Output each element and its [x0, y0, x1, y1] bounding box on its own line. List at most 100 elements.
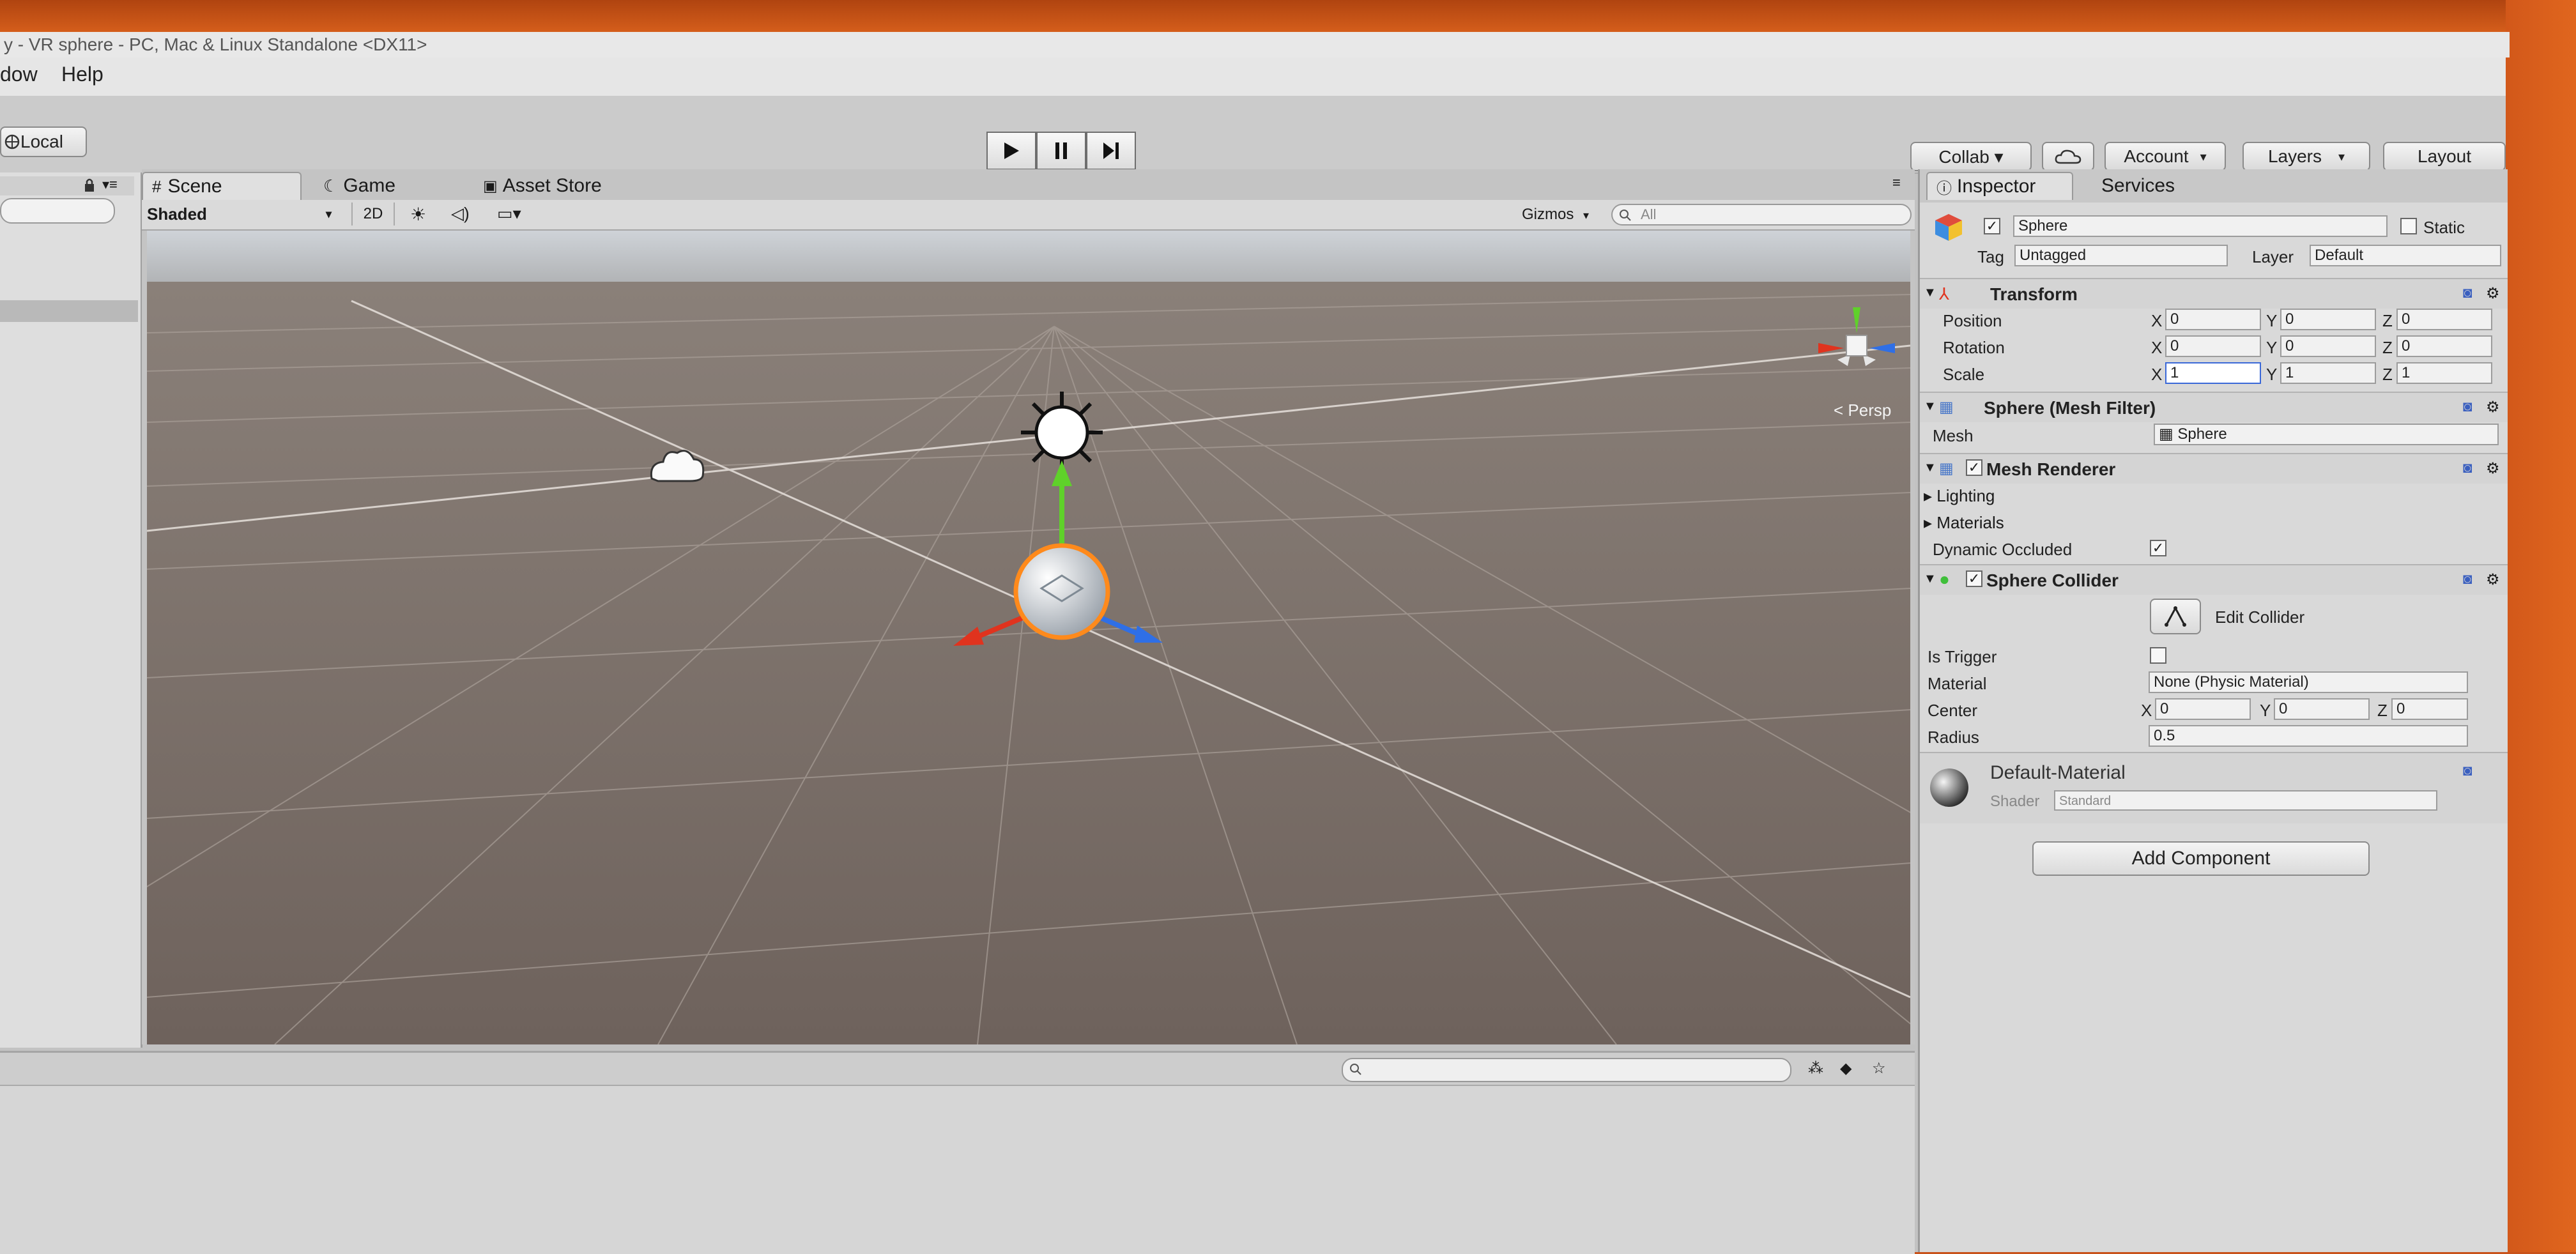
tab-game[interactable]: ☾ Game — [314, 172, 436, 200]
help-icon[interactable]: ◙ — [2463, 570, 2472, 588]
cloud-button[interactable] — [2042, 142, 2094, 171]
play-button[interactable] — [986, 132, 1036, 170]
center-y-input[interactable]: 0 — [2274, 698, 2370, 720]
step-button[interactable] — [1086, 132, 1136, 170]
gizmos-dropdown[interactable]: Gizmos ▾ — [1522, 204, 1618, 226]
filter-by-label-icon[interactable]: ◆ — [1840, 1059, 1851, 1078]
2d-toggle[interactable]: 2D — [351, 203, 395, 226]
help-icon[interactable]: ◙ — [2463, 459, 2472, 477]
dynamic-occluded-checkbox[interactable]: ✓ — [2150, 540, 2166, 556]
tab-scene-label: Scene — [167, 176, 222, 197]
edit-collider-button[interactable] — [2150, 599, 2201, 634]
gameobject-active-checkbox[interactable]: ✓ — [1984, 218, 2000, 234]
collab-button[interactable]: Collab ▾ — [1910, 142, 2032, 171]
bottom-panel-toolbar: ⁂ ◆ ☆ — [0, 1053, 1915, 1086]
help-icon[interactable]: ◙ — [2463, 398, 2472, 416]
mesh-object-field[interactable]: ▦ Sphere — [2154, 424, 2499, 445]
mesh-renderer-header[interactable]: ▼ ▦ ✓ Mesh Renderer ◙ ⚙ — [1920, 453, 2508, 484]
add-component-label: Add Component — [2131, 848, 2271, 869]
hierarchy-search-input[interactable] — [0, 198, 115, 224]
scene-search-input[interactable]: All — [1611, 204, 1912, 226]
panel-menu-icon[interactable]: ≡ — [1892, 174, 1901, 191]
center-x-label: X — [2141, 701, 2152, 720]
scale-z-input[interactable]: 1 — [2396, 362, 2492, 384]
mesh-label: Mesh — [1933, 426, 1974, 445]
lighting-toggle-icon[interactable]: ☀ — [410, 204, 426, 225]
tab-scene[interactable]: # Scene — [142, 172, 302, 200]
scale-y-input[interactable]: 1 — [2280, 362, 2376, 384]
layout-dropdown[interactable]: Layout — [2383, 142, 2506, 171]
sphere-mesh[interactable] — [1013, 543, 1110, 640]
materials-foldout[interactable]: ▸ Materials — [1924, 513, 2004, 533]
material-section: Default-Material Shader Standard ◙ — [1920, 752, 2508, 823]
scene-tab-bar: # Scene ☾ Game ▣ Asset Store ≡ — [142, 169, 1915, 200]
mesh-filter-header[interactable]: ▼ ▦ Sphere (Mesh Filter) ◙ ⚙ — [1920, 392, 2508, 422]
settings-gear-icon[interactable]: ⚙ — [2486, 459, 2500, 478]
main-toolbar: Local Collab ▾ Account ▾ Layers ▾ Layout — [0, 96, 2506, 174]
is-trigger-label: Is Trigger — [1928, 647, 1997, 666]
center-x-input[interactable]: 0 — [2155, 698, 2251, 720]
mesh-filter-title: Sphere (Mesh Filter) — [1984, 398, 2156, 418]
help-icon[interactable]: ◙ — [2463, 284, 2472, 302]
mesh-renderer-icon: ▦ — [1939, 460, 1954, 477]
position-y-input[interactable]: 0 — [2280, 309, 2376, 330]
hierarchy-selected-row[interactable] — [0, 300, 138, 322]
center-label: Center — [1928, 701, 1978, 720]
gameobject-name-input[interactable]: Sphere — [2013, 215, 2388, 237]
scale-y-label: Y — [2266, 365, 2278, 384]
foldout-arrow-icon[interactable]: ▼ — [1924, 399, 1936, 414]
pause-icon — [1055, 142, 1067, 159]
shader-label: Shader — [1990, 793, 2040, 810]
rotation-z-label: Z — [2382, 338, 2393, 357]
settings-gear-icon[interactable]: ⚙ — [2486, 570, 2500, 589]
scene-viewport[interactable]: < Persp — [147, 231, 1910, 1044]
layers-dropdown[interactable]: Layers ▾ — [2242, 142, 2370, 171]
foldout-arrow-icon[interactable]: ▼ — [1924, 572, 1936, 586]
account-dropdown[interactable]: Account ▾ — [2104, 142, 2226, 171]
transform-header[interactable]: ▼ ⅄ Transform ◙ ⚙ — [1920, 278, 2508, 309]
is-trigger-checkbox[interactable] — [2150, 647, 2166, 664]
static-checkbox[interactable] — [2400, 218, 2417, 234]
mesh-renderer-enabled-checkbox[interactable]: ✓ — [1966, 459, 1982, 476]
scale-x-input[interactable]: 1 — [2165, 362, 2261, 384]
settings-gear-icon[interactable]: ⚙ — [2486, 284, 2500, 303]
tab-inspector[interactable]: ⓘ Inspector — [1926, 172, 2073, 200]
foldout-arrow-icon[interactable]: ▼ — [1924, 286, 1936, 300]
position-x-input[interactable]: 0 — [2165, 309, 2261, 330]
favorite-star-icon[interactable]: ☆ — [1872, 1059, 1886, 1078]
audio-toggle-icon[interactable]: ◁) — [451, 204, 470, 224]
project-search-input[interactable] — [1342, 1058, 1791, 1082]
physic-material-field[interactable]: None (Physic Material) — [2149, 671, 2468, 693]
rotation-y-input[interactable]: 0 — [2280, 335, 2376, 357]
sphere-collider-header[interactable]: ▼ ● ✓ Sphere Collider ◙ ⚙ — [1920, 564, 2508, 595]
filter-by-type-icon[interactable]: ⁂ — [1808, 1059, 1823, 1078]
shader-dropdown[interactable]: Standard — [2054, 790, 2437, 811]
lighting-foldout[interactable]: ▸ Lighting — [1924, 486, 1995, 506]
shading-mode-dropdown[interactable]: Shaded ▾ — [147, 203, 339, 226]
position-z-input[interactable]: 0 — [2396, 309, 2492, 330]
foldout-arrow-icon[interactable]: ▼ — [1924, 461, 1936, 475]
tab-services[interactable]: Services — [2092, 172, 2220, 200]
scene-toolbar: Shaded ▾ 2D ☀ ◁) ▭▾ Gizmos ▾ All — [142, 200, 1915, 231]
pause-button[interactable] — [1036, 132, 1086, 170]
add-component-button[interactable]: Add Component — [2032, 841, 2370, 876]
lock-icon[interactable] — [83, 178, 96, 193]
rotation-x-label: X — [2151, 338, 2163, 357]
menu-window[interactable]: dow — [0, 63, 38, 86]
projection-label[interactable]: < Persp — [1834, 401, 1891, 420]
layer-dropdown[interactable]: Default — [2310, 245, 2501, 266]
tab-asset-store[interactable]: ▣ Asset Store — [474, 172, 666, 200]
tag-dropdown[interactable]: Untagged — [2014, 245, 2228, 266]
sphere-collider-enabled-checkbox[interactable]: ✓ — [1966, 570, 1982, 587]
edit-collider-icon — [2165, 606, 2186, 627]
settings-gear-icon[interactable]: ⚙ — [2486, 398, 2500, 417]
rotation-z-input[interactable]: 0 — [2396, 335, 2492, 357]
center-z-input[interactable]: 0 — [2391, 698, 2468, 720]
radius-input[interactable]: 0.5 — [2149, 725, 2468, 747]
pivot-space-local-button[interactable]: Local — [0, 126, 87, 157]
rotation-x-input[interactable]: 0 — [2165, 335, 2261, 357]
menu-help[interactable]: Help — [61, 63, 103, 86]
effects-toggle-icon[interactable]: ▭▾ — [497, 204, 521, 224]
help-icon[interactable]: ◙ — [2463, 762, 2472, 780]
panel-menu-icon[interactable]: ▾≡ — [102, 176, 118, 193]
